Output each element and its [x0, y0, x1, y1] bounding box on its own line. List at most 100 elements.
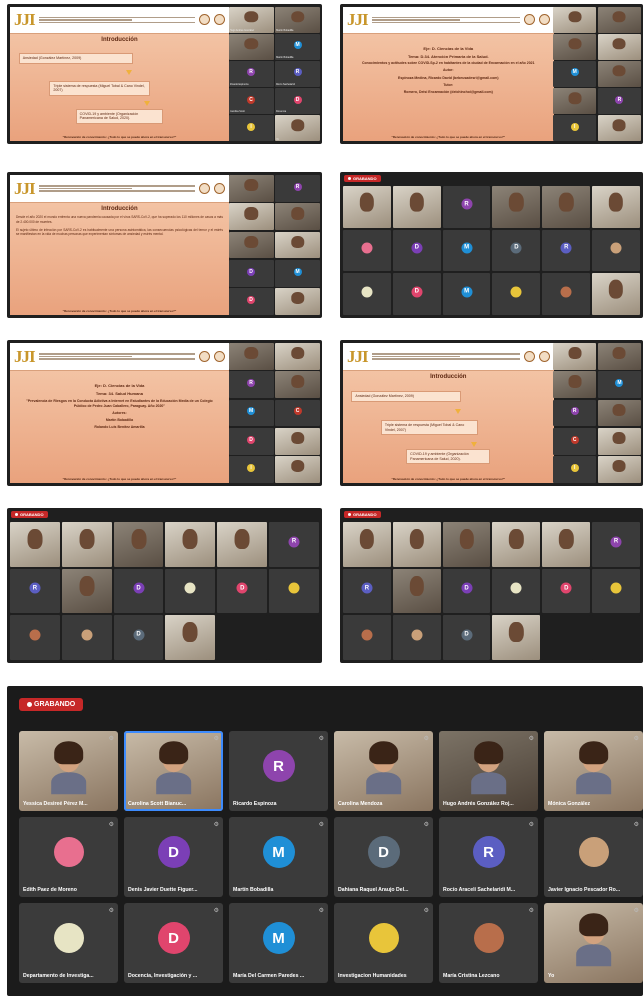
- participant-tile[interactable]: D Docencia: [275, 88, 320, 114]
- participant-tile[interactable]: [592, 615, 640, 660]
- participant-tile[interactable]: R: [592, 522, 640, 567]
- participant-tile[interactable]: [228, 231, 274, 259]
- participant-tile[interactable]: M: [442, 273, 491, 315]
- participant-tile[interactable]: ⚙ Yessica Desireé Pérez M...: [19, 731, 118, 811]
- participant-tile[interactable]: R: [269, 522, 319, 567]
- participant-tile[interactable]: Hugo Andrés González: [228, 7, 274, 33]
- participant-tile[interactable]: M Martín Bobadilla: [275, 34, 320, 60]
- participant-tile[interactable]: C: [553, 427, 597, 455]
- participant-tile[interactable]: [275, 371, 320, 399]
- participant-tile[interactable]: [542, 186, 591, 228]
- participant-tile[interactable]: [61, 522, 112, 567]
- participant-tile[interactable]: [269, 568, 319, 614]
- participant-tile[interactable]: [592, 568, 640, 614]
- participant-tile[interactable]: ⚙ Hugo Andrés González Roj...: [439, 731, 538, 811]
- participant-tile[interactable]: D: [392, 273, 441, 315]
- participant-tile[interactable]: R: [442, 186, 491, 228]
- participant-tile[interactable]: [392, 615, 441, 660]
- participant-tile[interactable]: I: [553, 456, 597, 483]
- participant-tile[interactable]: [343, 186, 391, 228]
- participant-tile[interactable]: [275, 203, 320, 231]
- participant-tile[interactable]: M: [275, 259, 320, 287]
- participant-tile[interactable]: M: [553, 61, 597, 87]
- participant-tile[interactable]: [553, 34, 597, 60]
- participant-tile[interactable]: ⚙ Edith Paez de Moreno: [19, 817, 118, 897]
- participant-tile[interactable]: [492, 615, 541, 660]
- participant-tile[interactable]: D: [392, 229, 441, 272]
- participant-tile[interactable]: D: [217, 568, 268, 614]
- participant-tile[interactable]: D: [113, 615, 164, 660]
- participant-tile[interactable]: M ⚙ María Del Carmen Paredes ...: [229, 903, 328, 983]
- participant-tile[interactable]: D: [228, 288, 274, 315]
- participant-tile[interactable]: D: [228, 427, 274, 455]
- participant-tile[interactable]: ⚙ Departamento de Investiga...: [19, 903, 118, 983]
- participant-tile[interactable]: D ⚙ Dahiana Raquel Araujo Del...: [334, 817, 433, 897]
- participant-tile[interactable]: [392, 522, 441, 567]
- participant-tile[interactable]: D ⚙ Docencia, Investigación y ...: [124, 903, 223, 983]
- participant-tile[interactable]: [343, 615, 391, 660]
- participant-tile[interactable]: D: [228, 259, 274, 287]
- participant-tile[interactable]: Martín Bobadilla: [275, 7, 320, 33]
- participant-tile[interactable]: C Carolina Scott: [228, 88, 274, 114]
- participant-tile[interactable]: [597, 456, 641, 483]
- participant-tile[interactable]: D: [492, 229, 541, 272]
- participant-tile[interactable]: [165, 568, 216, 614]
- participant-tile[interactable]: [275, 456, 320, 483]
- participant-tile[interactable]: [269, 615, 319, 660]
- participant-tile[interactable]: R: [542, 229, 591, 272]
- participant-tile[interactable]: Yo: [275, 115, 320, 141]
- participant-tile[interactable]: ⚙ Carolina Mendoza: [334, 731, 433, 811]
- participant-tile[interactable]: M: [442, 229, 491, 272]
- participant-tile[interactable]: ⚙ María Cristina Lezcano: [439, 903, 538, 983]
- participant-tile[interactable]: [217, 615, 268, 660]
- participant-tile[interactable]: [343, 522, 391, 567]
- participant-tile[interactable]: R: [553, 399, 597, 427]
- participant-tile[interactable]: R Ricardo Espinoza: [228, 61, 274, 87]
- participant-tile[interactable]: R: [597, 88, 641, 114]
- participant-tile[interactable]: I: [228, 456, 274, 483]
- participant-tile[interactable]: M: [597, 371, 641, 399]
- participant-tile[interactable]: [10, 615, 60, 660]
- participant-tile[interactable]: [597, 115, 641, 141]
- participant-tile[interactable]: D: [113, 568, 164, 614]
- participant-tile[interactable]: M ⚙ Martín Bobadilla: [229, 817, 328, 897]
- participant-tile[interactable]: R: [228, 371, 274, 399]
- participant-tile[interactable]: C: [275, 399, 320, 427]
- participant-tile[interactable]: [165, 615, 216, 660]
- participant-tile[interactable]: [553, 343, 597, 370]
- participant-tile[interactable]: [275, 231, 320, 259]
- participant-tile[interactable]: ⚙ Javier Ignacio Pescador Ro...: [544, 817, 643, 897]
- participant-tile[interactable]: [217, 522, 268, 567]
- participant-tile[interactable]: [492, 186, 541, 228]
- participant-tile[interactable]: [343, 229, 391, 272]
- participant-tile[interactable]: [597, 427, 641, 455]
- participant-tile[interactable]: [542, 615, 591, 660]
- participant-tile[interactable]: [597, 34, 641, 60]
- participant-tile[interactable]: [228, 34, 274, 60]
- participant-tile[interactable]: R Rocío Sachelaridi: [275, 61, 320, 87]
- participant-tile[interactable]: [275, 343, 320, 370]
- participant-tile[interactable]: [553, 371, 597, 399]
- participant-tile[interactable]: [61, 568, 112, 614]
- participant-tile[interactable]: [492, 273, 541, 315]
- participant-tile[interactable]: [343, 273, 391, 315]
- participant-tile[interactable]: D: [542, 568, 591, 614]
- participant-tile[interactable]: [553, 88, 597, 114]
- participant-tile[interactable]: [597, 7, 641, 33]
- participant-tile[interactable]: [592, 229, 640, 272]
- participant-tile[interactable]: R: [10, 568, 60, 614]
- participant-tile[interactable]: [597, 399, 641, 427]
- participant-tile[interactable]: ⚙ Investigacion Humanidades: [334, 903, 433, 983]
- participant-tile[interactable]: [597, 61, 641, 87]
- participant-tile[interactable]: [542, 522, 591, 567]
- participant-tile[interactable]: R: [343, 568, 391, 614]
- participant-tile[interactable]: [61, 615, 112, 660]
- participant-tile[interactable]: [392, 186, 441, 228]
- participant-tile[interactable]: R ⚙ Rocío Aracelí Sachelaridi M...: [439, 817, 538, 897]
- participant-tile[interactable]: [275, 427, 320, 455]
- participant-tile[interactable]: [592, 186, 640, 228]
- participant-tile[interactable]: [113, 522, 164, 567]
- participant-tile[interactable]: [228, 343, 274, 370]
- participant-tile[interactable]: I: [228, 115, 274, 141]
- participant-tile[interactable]: [392, 568, 441, 614]
